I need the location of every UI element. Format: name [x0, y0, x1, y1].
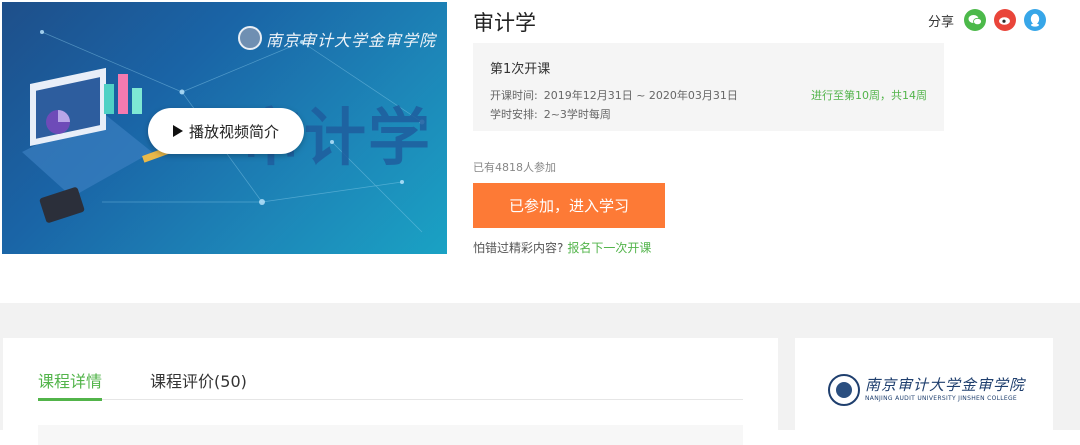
enrolled-count: 已有4818人参加	[473, 161, 556, 174]
next-session-text: 怕错过精彩内容?	[473, 241, 564, 255]
cover-school-logo: 南京审计大学金审学院	[266, 31, 437, 50]
session-progress: 进行至第10周，共14周	[811, 89, 927, 102]
course-detail-card: 课程详情 课程评价(50)	[3, 338, 778, 445]
tab-panel	[38, 425, 743, 445]
session-schedule-row: 学时安排: 2~3学时每周	[490, 106, 927, 125]
course-cover-video[interactable]: 南京审计大学金审学院 审计学 播放视频简介	[2, 2, 447, 254]
weibo-icon[interactable]	[994, 9, 1016, 31]
session-schedule-value: 2~3学时每周	[543, 108, 611, 121]
share-label: 分享	[927, 14, 954, 30]
course-title: 审计学	[473, 11, 536, 35]
tab-course-details[interactable]: 课程详情	[38, 368, 103, 401]
course-tabs: 课程详情 课程评价(50)	[38, 368, 743, 401]
session-time-row: 开课时间: 2019年12月31日 ~ 2020年03月31日 进行至第10周，共…	[490, 87, 927, 106]
session-time-value: 2019年12月31日 ~ 2020年03月31日	[543, 89, 738, 102]
session-info-box: 第1次开课 开课时间: 2019年12月31日 ~ 2020年03月31日 进行至…	[473, 43, 944, 131]
session-name: 第1次开课	[490, 62, 551, 77]
enter-study-button[interactable]: 已参加，进入学习	[473, 183, 665, 228]
school-seal-icon	[828, 374, 860, 406]
course-body: 课程详情 课程评价(50) 南京审计大学金审学院 NANJING AUDIT U…	[0, 303, 1080, 445]
session-schedule-label: 学时安排:	[490, 108, 538, 121]
next-session-prompt: 怕错过精彩内容? 报名下一次开课	[473, 239, 651, 256]
play-icon	[172, 125, 183, 137]
school-seal-icon	[238, 26, 262, 50]
share-bar: 分享	[928, 9, 1046, 31]
tab-course-reviews[interactable]: 课程评价(50)	[150, 368, 247, 400]
school-sidebar-card: 南京审计大学金审学院 NANJING AUDIT UNIVERSITY JINS…	[795, 338, 1053, 438]
course-header: 南京审计大学金审学院 审计学 播放视频简介 审计学 分享 第1次开课 开课时间:…	[0, 0, 1080, 300]
enroll-next-session-link[interactable]: 报名下一次开课	[567, 241, 651, 255]
session-time-label: 开课时间:	[490, 89, 538, 102]
play-intro-button[interactable]: 播放视频简介	[148, 108, 304, 154]
wechat-icon[interactable]	[964, 9, 986, 31]
sidebar-school-name-en: NANJING AUDIT UNIVERSITY JINSHEN COLLEGE	[865, 395, 1018, 402]
sidebar-school-name: 南京审计大学金审学院	[865, 376, 1026, 394]
qq-icon[interactable]	[1024, 9, 1046, 31]
play-intro-label: 播放视频简介	[188, 122, 279, 141]
